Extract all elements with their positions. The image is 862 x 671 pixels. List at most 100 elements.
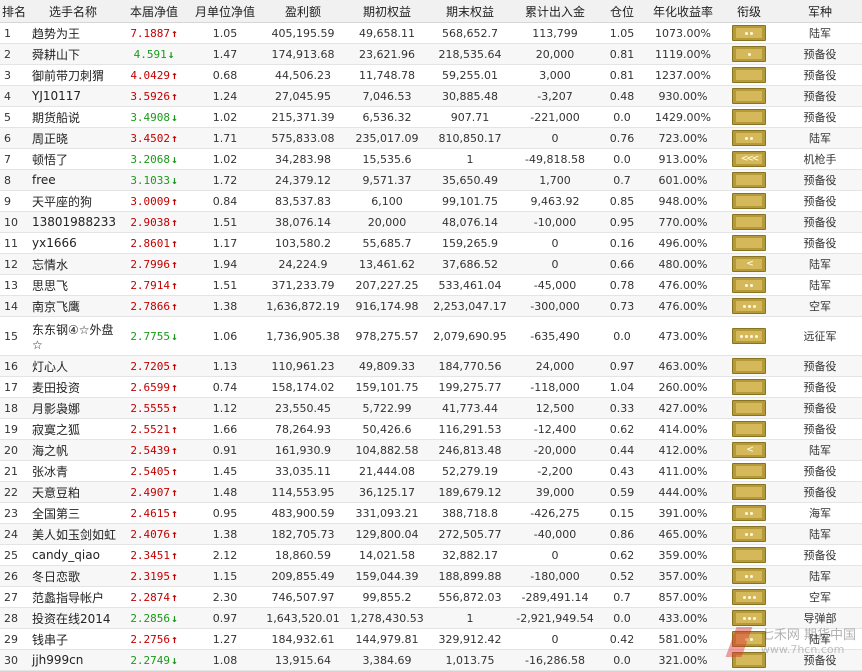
table-row: 8 free 3.1033↓ 1.72 24,379.12 9,571.37 35,650.… (0, 169, 862, 191)
cumulative-flow-cell: -300,000 (512, 295, 598, 317)
arrow-up-icon: ↑ (171, 569, 178, 583)
column-header-pos[interactable]: 仓位 (598, 0, 646, 23)
player-name[interactable]: 周正晓 (28, 127, 118, 149)
player-name[interactable]: 钱串子 (28, 628, 118, 650)
nav-cell: 2.7866↑ (118, 295, 190, 317)
position-cell: 1.04 (598, 376, 646, 398)
player-name[interactable]: 趋势为王 (28, 22, 118, 44)
table-row: 24 美人如玉剑如虹 2.4076↑ 1.38 182,705.73 129,800.04… (0, 523, 862, 545)
player-name[interactable]: 舜耕山下 (28, 43, 118, 65)
branch-cell: 机枪手 (778, 148, 862, 170)
cumulative-flow-cell: -3,207 (512, 85, 598, 107)
column-header-rank[interactable]: 排名 (0, 0, 28, 23)
player-name[interactable]: free (28, 169, 118, 191)
insignia-cell (720, 127, 778, 149)
player-name[interactable]: 东东钢④☆外盘☆ (28, 316, 118, 356)
table-row: 16 灯心人 2.7205↑ 1.13 110,961.23 49,809.33 184,7… (0, 355, 862, 377)
position-cell: 0.16 (598, 232, 646, 254)
player-name[interactable]: 南京飞鹰 (28, 295, 118, 317)
position-cell: 0.0 (598, 106, 646, 128)
player-name[interactable]: 麦田投资 (28, 376, 118, 398)
rank-insignia-two-star-icon (732, 277, 766, 293)
cumulative-flow-cell: -221,000 (512, 106, 598, 128)
monthly-nav-cell: 1.47 (190, 43, 260, 65)
player-name[interactable]: 思思飞 (28, 274, 118, 296)
column-header-end[interactable]: 期末权益 (428, 0, 512, 23)
player-name[interactable]: 期货船说 (28, 106, 118, 128)
player-name[interactable]: 月影袅娜 (28, 397, 118, 419)
rank-insignia-stripe-icon (732, 193, 766, 209)
cumulative-flow-cell: 0 (512, 232, 598, 254)
player-name[interactable]: 张冰青 (28, 460, 118, 482)
monthly-nav-cell: 1.27 (190, 628, 260, 650)
annual-return-cell: 496.00% (646, 232, 720, 254)
insignia-cell (720, 565, 778, 587)
cumulative-flow-cell: -180,000 (512, 565, 598, 587)
annual-return-cell: 1237.00% (646, 64, 720, 86)
end-equity-cell: 810,850.17 (428, 127, 512, 149)
monthly-nav-cell: 0.84 (190, 190, 260, 212)
column-header-monthly[interactable]: 月单位净值 (190, 0, 260, 23)
cumulative-flow-cell: 0 (512, 253, 598, 275)
monthly-nav-cell: 0.74 (190, 376, 260, 398)
column-header-start[interactable]: 期初权益 (346, 0, 428, 23)
position-cell: 0.52 (598, 565, 646, 587)
rank-insignia-stripe-icon (732, 67, 766, 83)
rank-cell: 21 (0, 460, 28, 482)
player-name[interactable]: candy_qiao (28, 544, 118, 566)
player-name[interactable]: yx1666 (28, 232, 118, 254)
player-name[interactable]: 投资在线2014 (28, 607, 118, 629)
column-header-branch[interactable]: 军种 (778, 0, 862, 23)
column-header-annual[interactable]: 年化收益率 (646, 0, 720, 23)
player-name[interactable]: 冬日恋歌 (28, 565, 118, 587)
player-name[interactable]: 13801988233 (28, 211, 118, 233)
player-name[interactable]: 海之帆 (28, 439, 118, 461)
player-name[interactable]: 全国第三 (28, 502, 118, 524)
player-name[interactable]: 寂寞之狐 (28, 418, 118, 440)
rank-cell: 5 (0, 106, 28, 128)
column-header-cum[interactable]: 累计出入金 (512, 0, 598, 23)
player-name[interactable]: 顿悟了 (28, 148, 118, 170)
player-name[interactable]: 美人如玉剑如虹 (28, 523, 118, 545)
rank-cell: 12 (0, 253, 28, 275)
arrow-up-icon: ↑ (171, 26, 178, 40)
monthly-nav-cell: 0.91 (190, 439, 260, 461)
nav-value: 2.8601 (130, 236, 171, 250)
player-name[interactable]: 范蠡指导帐户 (28, 586, 118, 608)
monthly-nav-cell: 1.06 (190, 316, 260, 356)
branch-cell: 陆军 (778, 565, 862, 587)
insignia-cell: < (720, 439, 778, 461)
cumulative-flow-cell: 39,000 (512, 481, 598, 503)
column-header-insignia[interactable]: 衔级 (720, 0, 778, 23)
player-name[interactable]: 忘情水 (28, 253, 118, 275)
cumulative-flow-cell: 3,000 (512, 64, 598, 86)
column-header-nav[interactable]: 本届净值 (118, 0, 190, 23)
nav-cell: 2.7205↑ (118, 355, 190, 377)
annual-return-cell: 433.00% (646, 607, 720, 629)
table-row: 18 月影袅娜 2.5555↑ 1.12 23,550.45 5,722.99 41,773… (0, 397, 862, 419)
arrow-up-icon: ↑ (171, 464, 178, 478)
player-name[interactable]: 御前带刀刺猬 (28, 64, 118, 86)
monthly-nav-cell: 1.66 (190, 418, 260, 440)
player-name[interactable]: 天平座的狗 (28, 190, 118, 212)
end-equity-cell: 59,255.01 (428, 64, 512, 86)
player-name[interactable]: 天意豆粕 (28, 481, 118, 503)
player-name[interactable]: YJ10117 (28, 85, 118, 107)
column-header-name[interactable]: 选手名称 (28, 0, 118, 23)
insignia-cell (720, 397, 778, 419)
rank-insignia-two-star-icon (732, 505, 766, 521)
end-equity-cell: 2,079,690.95 (428, 316, 512, 356)
rank-cell: 4 (0, 85, 28, 107)
nav-value: 2.7996 (130, 257, 171, 271)
annual-return-cell: 1429.00% (646, 106, 720, 128)
player-name[interactable]: jjh999cn (28, 649, 118, 671)
end-equity-cell: 568,652.7 (428, 22, 512, 44)
arrow-down-icon: ↓ (171, 173, 178, 187)
insignia-cell (720, 649, 778, 671)
monthly-nav-cell: 1.72 (190, 169, 260, 191)
nav-cell: 2.4615↑ (118, 502, 190, 524)
column-header-profit[interactable]: 盈利额 (260, 0, 346, 23)
table-row: 21 张冰青 2.5405↑ 1.45 33,035.11 21,444.08 52,279… (0, 460, 862, 482)
player-name[interactable]: 灯心人 (28, 355, 118, 377)
end-equity-cell: 41,773.44 (428, 397, 512, 419)
